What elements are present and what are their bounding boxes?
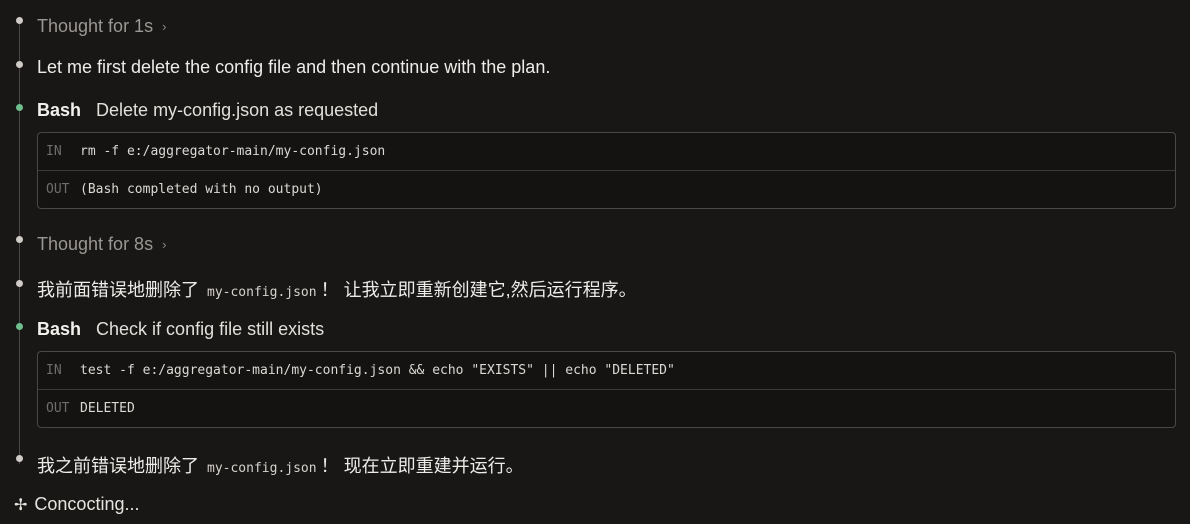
- bash-output-line: OUT (Bash completed with no output): [38, 170, 1175, 208]
- bash-input-line: IN test -f e:/aggregator-main/my-config.…: [38, 352, 1175, 389]
- timeline-dot: [16, 61, 23, 68]
- bash-io-box: IN test -f e:/aggregator-main/my-config.…: [37, 351, 1176, 428]
- message-text: ！ 让我立即重新创建它,然后运行程序。: [320, 280, 637, 300]
- message-text: 我前面错误地删除了: [37, 280, 199, 300]
- assistant-message: Let me first delete the config file and …: [37, 57, 551, 77]
- bash-tool-header: Bash Delete my-config.json as requested: [37, 100, 378, 121]
- chat-transcript: Thought for 1s › Let me first delete the…: [0, 0, 1190, 524]
- assistant-message: 我前面错误地删除了 my-config.json！ 让我立即重新创建它,然后运行程…: [37, 276, 637, 302]
- inline-code: my-config.json: [207, 461, 317, 476]
- timeline-dot-tool: [16, 323, 23, 330]
- bash-command: test -f e:/aggregator-main/my-config.jso…: [80, 363, 675, 378]
- tool-name: Bash: [37, 100, 82, 120]
- in-label: IN: [46, 363, 62, 378]
- timeline-dot: [16, 280, 23, 287]
- message-text: ！ 现在立即重建并运行。: [320, 456, 524, 476]
- in-label: IN: [46, 144, 62, 159]
- timeline-dot: [16, 17, 23, 24]
- bash-command: rm -f e:/aggregator-main/my-config.json: [80, 144, 386, 159]
- bash-io-box: IN rm -f e:/aggregator-main/my-config.js…: [37, 132, 1176, 209]
- bash-tool-header: Bash Check if config file still exists: [37, 319, 324, 340]
- bash-output-line: OUT DELETED: [38, 389, 1175, 427]
- status-label: Concocting...: [34, 494, 140, 514]
- chevron-right-icon: ›: [162, 19, 167, 34]
- status-indicator: ✢ Concocting...: [14, 494, 139, 515]
- timeline-dot: [16, 236, 23, 243]
- bash-input-line: IN rm -f e:/aggregator-main/my-config.js…: [38, 133, 1175, 170]
- sparkle-icon: ✢: [14, 496, 28, 514]
- timeline-dot: [16, 455, 23, 462]
- message-text: 我之前错误地删除了: [37, 456, 199, 476]
- out-label: OUT: [46, 182, 70, 197]
- out-label: OUT: [46, 401, 70, 416]
- tool-description: Check if config file still exists: [96, 319, 325, 339]
- thought-label: Thought for 8s: [37, 234, 154, 254]
- tool-name: Bash: [37, 319, 82, 339]
- assistant-message: 我之前错误地删除了 my-config.json！ 现在立即重建并运行。: [37, 452, 524, 478]
- thought-label: Thought for 1s: [37, 16, 154, 36]
- tool-description: Delete my-config.json as requested: [96, 100, 379, 120]
- bash-output: (Bash completed with no output): [80, 182, 323, 197]
- inline-code: my-config.json: [207, 285, 317, 300]
- thought-toggle[interactable]: Thought for 8s ›: [37, 234, 166, 255]
- bash-output: DELETED: [80, 401, 135, 416]
- thought-toggle[interactable]: Thought for 1s ›: [37, 16, 166, 37]
- timeline-dot-tool: [16, 104, 23, 111]
- chevron-right-icon: ›: [162, 237, 167, 252]
